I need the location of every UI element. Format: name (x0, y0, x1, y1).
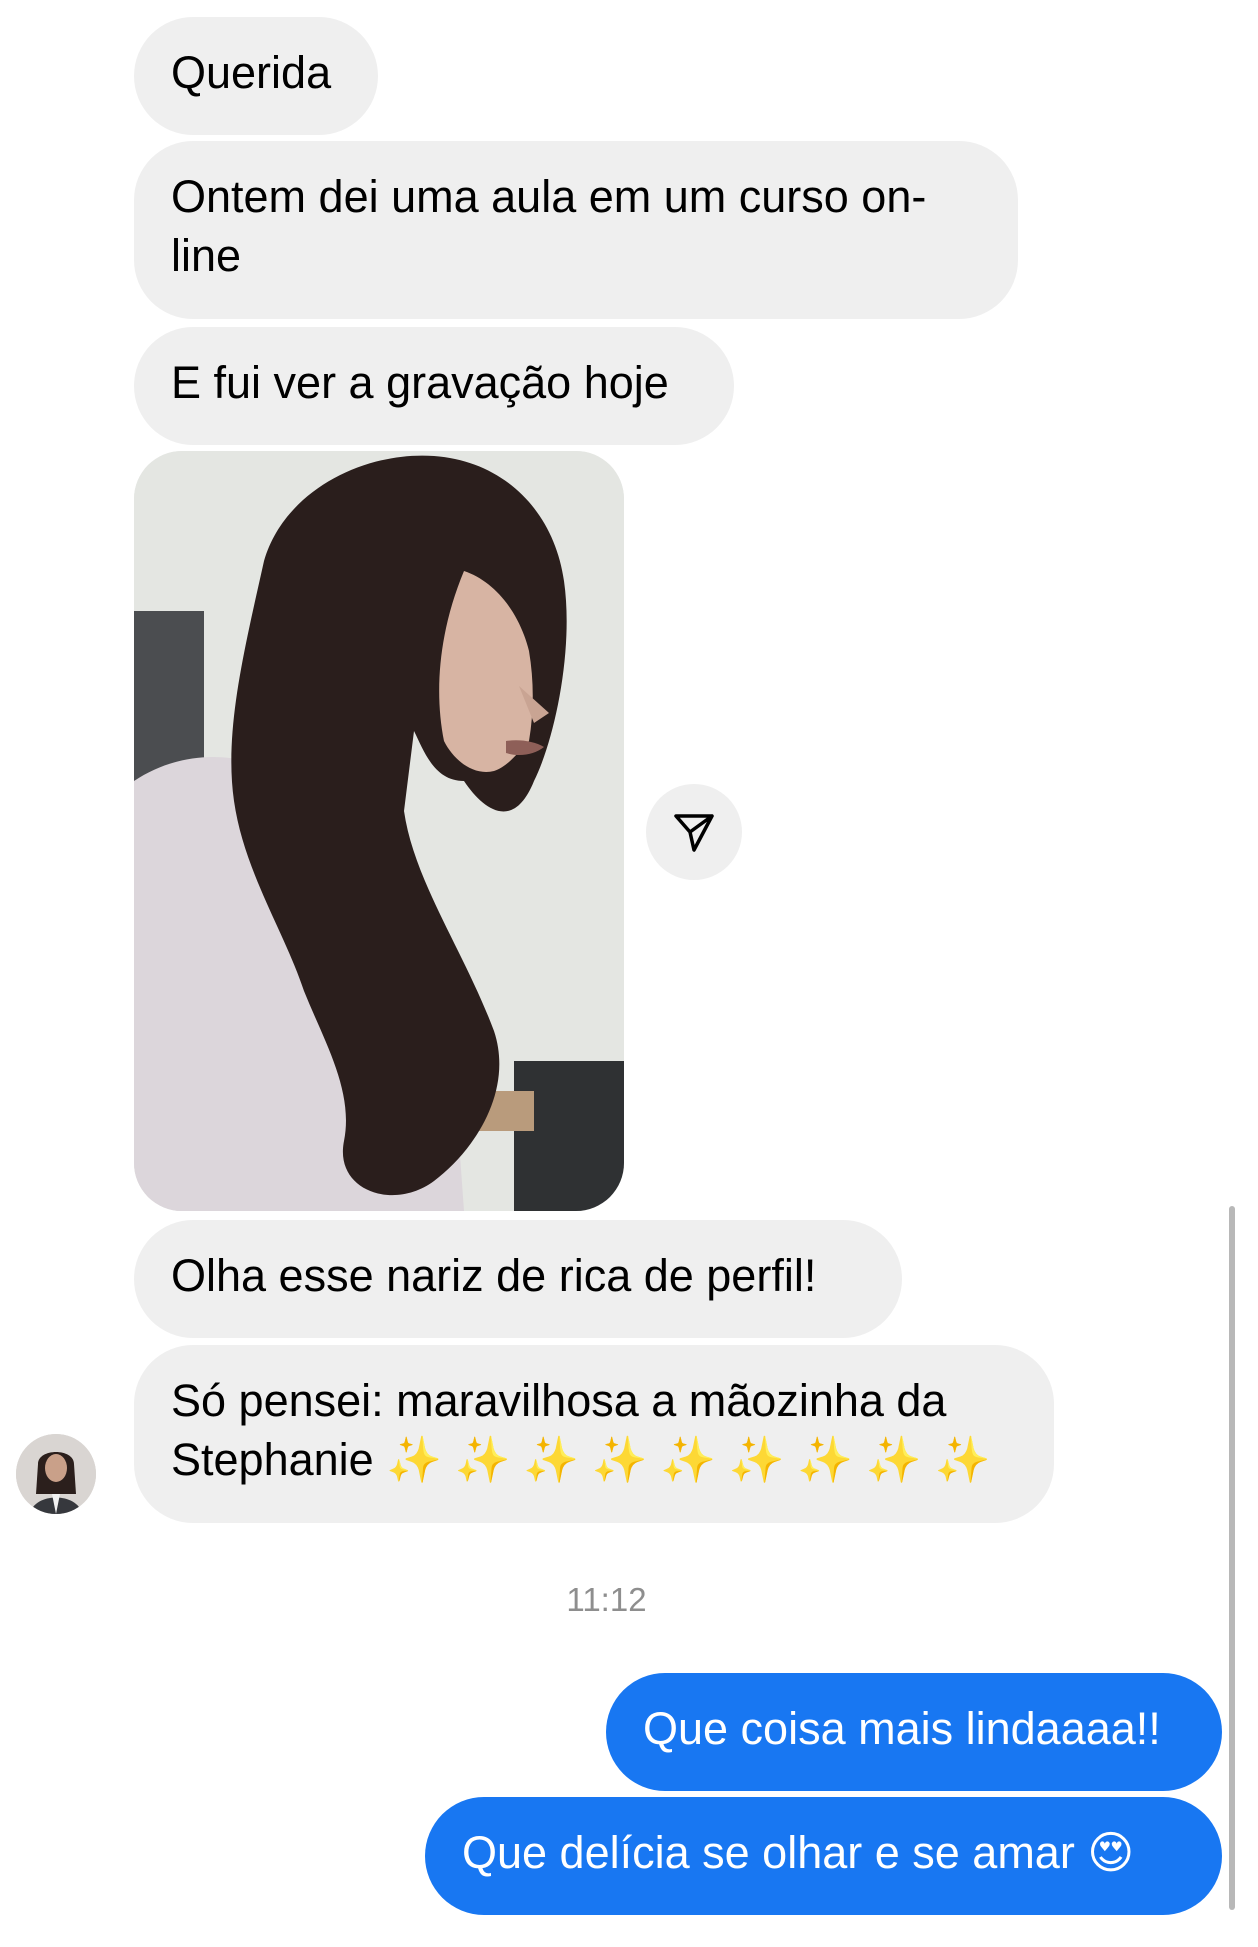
received-message[interactable]: Querida (134, 17, 378, 135)
received-message[interactable]: E fui ver a gravação hoje (134, 327, 734, 445)
message-timestamp: 11:12 (566, 1581, 647, 1618)
received-message[interactable]: Olha esse nariz de rica de perfil! (134, 1220, 902, 1338)
share-button[interactable] (646, 784, 742, 880)
received-message[interactable]: Ontem dei uma aula em um curso on- line (134, 141, 1018, 319)
sent-message[interactable]: Que coisa mais lindaaaa!! (606, 1673, 1222, 1791)
send-icon (674, 814, 714, 852)
shared-photo[interactable] (134, 451, 624, 1211)
sender-avatar[interactable] (16, 1434, 96, 1514)
scrollbar[interactable] (1229, 1206, 1235, 1910)
avatar-photo (16, 1434, 96, 1514)
woman-profile-photo (134, 451, 624, 1211)
received-message[interactable]: Só pensei: maravilhosa a mãozinha da Ste… (134, 1345, 1054, 1523)
sent-message[interactable]: Que delícia se olhar e se amar 😍 (425, 1797, 1222, 1915)
